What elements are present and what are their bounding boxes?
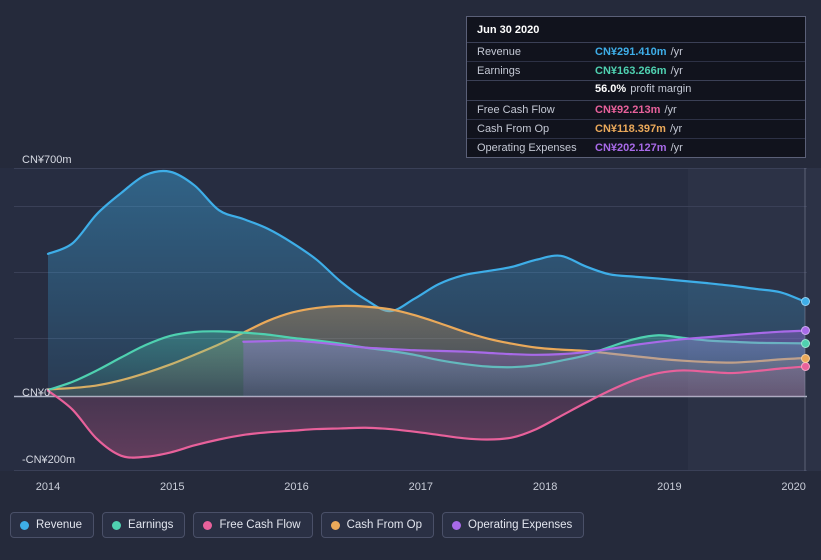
x-axis-label-2016: 2016 bbox=[284, 481, 309, 493]
y-axis-label-top: CN¥700m bbox=[22, 154, 72, 166]
tooltip-row-value: CN¥291.410m bbox=[595, 46, 667, 58]
series-layer bbox=[46, 169, 807, 459]
legend-item-cash-from-op[interactable]: Cash From Op bbox=[320, 512, 435, 538]
endpoint-dot-earnings bbox=[801, 338, 810, 348]
tooltip-row-unit: /yr bbox=[669, 123, 683, 135]
tooltip-row-label: Revenue bbox=[477, 46, 522, 58]
legend-item-label: Operating Expenses bbox=[468, 519, 573, 531]
legend-dot-icon bbox=[20, 520, 29, 530]
legend-item-free-cash-flow[interactable]: Free Cash Flow bbox=[193, 512, 313, 538]
legend-dot-icon bbox=[330, 520, 340, 530]
financials-chart: CN¥700m CN¥0 -CN¥200m 2014 2015 2016 2017 20… bbox=[0, 0, 821, 560]
legend-dot-icon bbox=[112, 520, 122, 530]
legend-dot-icon bbox=[452, 520, 462, 530]
tooltip-row-revenue: Revenue CN¥291.410m/yr bbox=[467, 43, 805, 62]
tooltip-row-value: CN¥92.213m bbox=[595, 104, 661, 116]
tooltip-date: Jun 30 2020 bbox=[467, 17, 805, 43]
legend-item-label: Cash From Op bbox=[346, 519, 423, 531]
tooltip-row-label: Earnings bbox=[477, 65, 521, 77]
chart-legend: Revenue Earnings Free Cash Flow Cash From O… bbox=[10, 512, 585, 538]
tooltip-spacer bbox=[477, 83, 595, 95]
tooltip-row-earnings: Earnings CN¥163.266m/yr bbox=[467, 62, 805, 81]
tooltip-rows: Revenue CN¥291.410m/yr Earnings CN¥163.266m… bbox=[467, 43, 805, 157]
legend-item-operating-expenses[interactable]: Operating Expenses bbox=[442, 512, 585, 538]
legend-item-revenue[interactable]: Revenue bbox=[10, 512, 95, 538]
endpoint-dot-cash-from-op bbox=[801, 353, 810, 363]
x-axis-label-2019: 2019 bbox=[657, 481, 682, 493]
tooltip-row-value: CN¥163.266m bbox=[595, 65, 667, 77]
tooltip-row-unit: /yr bbox=[670, 46, 683, 58]
tooltip-row-unit: /yr bbox=[664, 104, 677, 116]
tooltip-profit-margin-value: 56.0% bbox=[595, 83, 627, 95]
tooltip-row-unit: /yr bbox=[670, 65, 683, 77]
tooltip-row-free-cash-flow: Free Cash Flow CN¥92.213m/yr bbox=[467, 101, 805, 120]
x-axis-label-2018: 2018 bbox=[532, 481, 558, 493]
tooltip-row-operating-expenses: Operating Expenses CN¥202.127m/yr bbox=[467, 139, 805, 157]
legend-dot-icon bbox=[203, 520, 213, 530]
chart-tooltip: Jun 30 2020 Revenue CN¥291.410m/yr Earning… bbox=[466, 16, 806, 158]
tooltip-row-unit: /yr bbox=[670, 142, 683, 154]
endpoint-dot-free-cash-flow bbox=[801, 362, 810, 372]
tooltip-row-label: Free Cash Flow bbox=[477, 104, 555, 116]
y-axis-label-bottom: -CN¥200m bbox=[22, 454, 76, 466]
tooltip-row-label: Operating Expenses bbox=[477, 142, 577, 154]
x-axis-label-2020: 2020 bbox=[781, 481, 806, 493]
legend-item-label: Free Cash Flow bbox=[219, 519, 301, 531]
tooltip-profit-margin-label: profit margin bbox=[630, 83, 692, 95]
tooltip-row-value: CN¥118.397m bbox=[595, 123, 666, 135]
tooltip-row-label: Cash From Op bbox=[477, 123, 550, 135]
legend-item-earnings[interactable]: Earnings bbox=[102, 512, 186, 538]
tooltip-profit-margin-row: 56.0% profit margin bbox=[467, 81, 805, 101]
x-axis-label-2015: 2015 bbox=[160, 481, 185, 493]
x-axis-label-2017: 2017 bbox=[408, 481, 434, 493]
y-axis-label-zero: CN¥0 bbox=[22, 387, 51, 399]
tooltip-row-value: CN¥202.127m bbox=[595, 142, 667, 154]
x-axis-label-2014: 2014 bbox=[35, 481, 61, 493]
tooltip-row-cash-from-op: Cash From Op CN¥118.397m/yr bbox=[467, 120, 805, 139]
legend-item-label: Earnings bbox=[128, 519, 174, 531]
legend-item-label: Revenue bbox=[36, 519, 83, 531]
